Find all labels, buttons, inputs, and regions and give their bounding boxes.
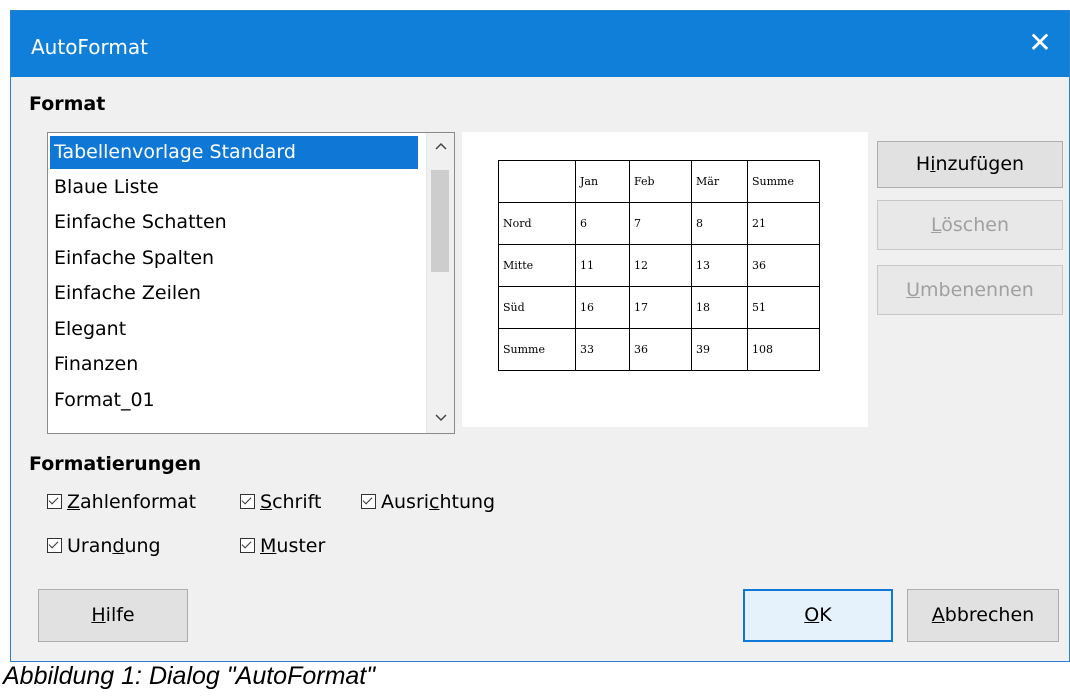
list-scrollbar[interactable] bbox=[426, 133, 454, 433]
format-section-label: Format bbox=[29, 93, 106, 115]
preview-cell: 39 bbox=[691, 328, 748, 371]
preview-header-row: Jan Feb Mär Summe bbox=[498, 160, 820, 203]
preview-cell bbox=[498, 160, 576, 203]
preview-cell: 16 bbox=[575, 286, 630, 329]
title-bar: AutoFormat ✕ bbox=[11, 11, 1069, 77]
figure-caption: Abbildung 1: Dialog "AutoFormat" bbox=[3, 662, 376, 690]
preview-cell: 21 bbox=[747, 202, 820, 245]
preview-cell: Mär bbox=[691, 160, 748, 203]
preview-cell: Summe bbox=[747, 160, 820, 203]
autoformat-dialog: AutoFormat ✕ Format Tabellenvorlage Stan… bbox=[10, 10, 1070, 662]
checkbox-checked-icon bbox=[47, 494, 62, 509]
preview-cell: 33 bbox=[575, 328, 630, 371]
preview-row: Summe 33 36 39 108 bbox=[498, 328, 820, 371]
cancel-button[interactable]: Abbrechen bbox=[907, 589, 1059, 642]
format-list-item[interactable]: Blaue Liste bbox=[50, 171, 418, 204]
chevron-up-icon[interactable] bbox=[427, 133, 454, 161]
format-list-item[interactable]: Einfache Zeilen bbox=[50, 277, 418, 310]
font-checkbox[interactable]: Schrift bbox=[240, 491, 321, 513]
preview-cell: Jan bbox=[575, 160, 630, 203]
preview-cell: 8 bbox=[691, 202, 748, 245]
preview-cell: 36 bbox=[747, 244, 820, 287]
preview-row: Nord 6 7 8 21 bbox=[498, 202, 820, 245]
preview-cell: 13 bbox=[691, 244, 748, 287]
ok-button[interactable]: OK bbox=[743, 589, 893, 642]
chevron-down-icon[interactable] bbox=[427, 405, 454, 433]
cancel-button-label: Abbrechen bbox=[931, 604, 1035, 626]
preview-cell: 108 bbox=[747, 328, 820, 371]
pattern-checkbox[interactable]: Muster bbox=[240, 535, 325, 557]
format-list-item[interactable]: Einfache Spalten bbox=[50, 242, 418, 275]
add-button[interactable]: Hinzufügen bbox=[877, 141, 1063, 188]
delete-button-label: Löschen bbox=[930, 214, 1009, 236]
preview-cell: 17 bbox=[629, 286, 692, 329]
checkbox-checked-icon bbox=[240, 538, 255, 553]
preview-cell: 6 bbox=[575, 202, 630, 245]
scrollbar-thumb[interactable] bbox=[431, 170, 449, 272]
preview-cell: 12 bbox=[629, 244, 692, 287]
add-button-label: Hinzufügen bbox=[915, 153, 1025, 175]
preview-cell: 18 bbox=[691, 286, 748, 329]
delete-button[interactable]: Löschen bbox=[877, 200, 1063, 250]
format-list-item[interactable]: Einfache Schatten bbox=[50, 206, 418, 239]
checkbox-checked-icon bbox=[47, 538, 62, 553]
close-icon[interactable]: ✕ bbox=[1011, 11, 1069, 77]
ok-button-label: OK bbox=[804, 604, 832, 626]
help-button-label: Hilfe bbox=[91, 604, 135, 626]
format-listbox[interactable]: Tabellenvorlage Standard Blaue Liste Ein… bbox=[47, 132, 455, 434]
preview-row: Süd 16 17 18 51 bbox=[498, 286, 820, 329]
format-list-item[interactable]: Finanzen bbox=[50, 348, 418, 381]
preview-cell: 36 bbox=[629, 328, 692, 371]
preview-cell: 7 bbox=[629, 202, 692, 245]
formatting-section-label: Formatierungen bbox=[29, 453, 202, 475]
window-title: AutoFormat bbox=[31, 35, 148, 59]
preview-cell: Summe bbox=[498, 328, 576, 371]
preview-cell: Nord bbox=[498, 202, 576, 245]
preview-cell: 11 bbox=[575, 244, 630, 287]
format-preview: Jan Feb Mär Summe Nord 6 7 8 21 Mitte 11… bbox=[462, 132, 868, 427]
format-list-item[interactable]: Format_01 bbox=[50, 384, 418, 417]
help-button[interactable]: Hilfe bbox=[38, 589, 188, 642]
preview-table: Jan Feb Mär Summe Nord 6 7 8 21 Mitte 11… bbox=[498, 160, 820, 371]
preview-cell: Mitte bbox=[498, 244, 576, 287]
format-list-item[interactable]: Elegant bbox=[50, 313, 418, 346]
preview-cell: Feb bbox=[629, 160, 692, 203]
format-list-item[interactable]: Tabellenvorlage Standard bbox=[50, 136, 418, 169]
rename-button[interactable]: Umbenennen bbox=[877, 265, 1063, 315]
checkbox-checked-icon bbox=[240, 494, 255, 509]
number-format-checkbox[interactable]: Zahlenformat bbox=[47, 491, 196, 513]
preview-cell: 51 bbox=[747, 286, 820, 329]
border-checkbox[interactable]: Urandung bbox=[47, 535, 161, 557]
rename-button-label: Umbenennen bbox=[906, 279, 1034, 301]
preview-cell: Süd bbox=[498, 286, 576, 329]
checkbox-checked-icon bbox=[361, 494, 376, 509]
preview-row: Mitte 11 12 13 36 bbox=[498, 244, 820, 287]
alignment-checkbox[interactable]: Ausrichtung bbox=[361, 491, 495, 513]
